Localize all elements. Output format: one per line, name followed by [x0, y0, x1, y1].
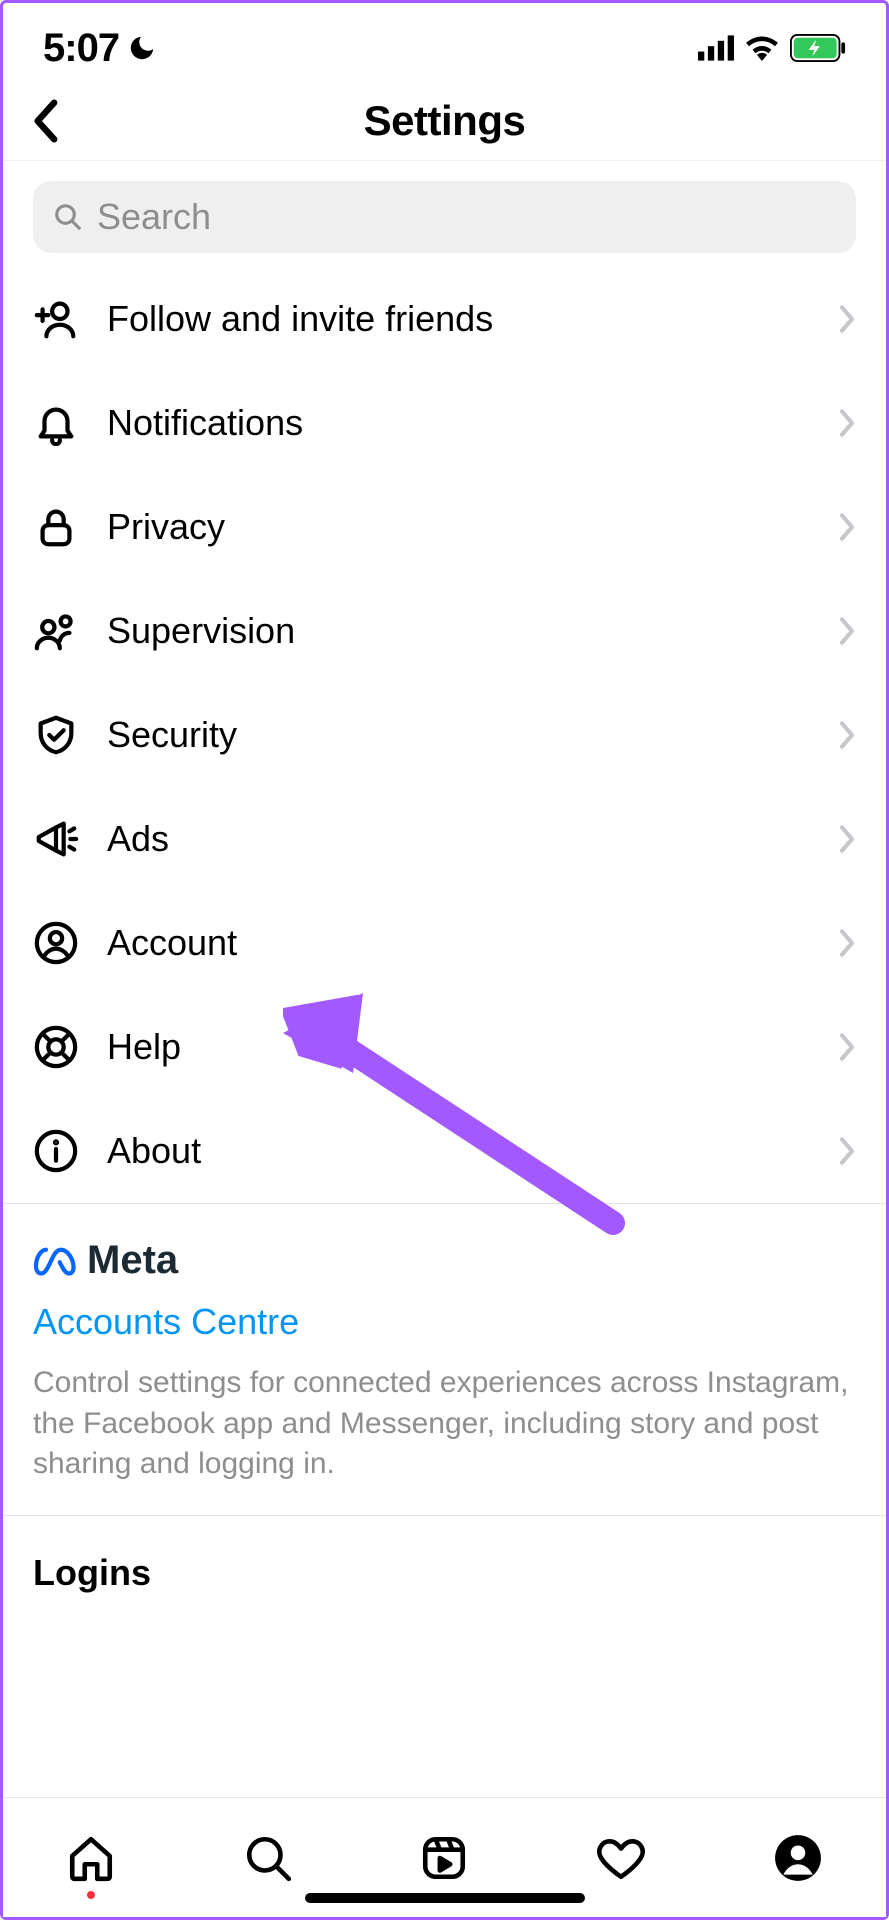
info-icon: [33, 1128, 79, 1174]
row-label: Notifications: [107, 402, 810, 444]
megaphone-icon: [33, 816, 79, 862]
nav-reels[interactable]: [417, 1831, 471, 1885]
cellular-icon: [698, 35, 734, 61]
supervision-icon: [33, 608, 79, 654]
row-privacy[interactable]: Privacy: [3, 475, 886, 579]
chevron-right-icon: [838, 928, 856, 958]
nav-profile[interactable]: [771, 1831, 825, 1885]
search-input[interactable]: [97, 196, 836, 238]
nav-activity[interactable]: [594, 1831, 648, 1885]
lifebuoy-icon: [33, 1024, 79, 1070]
status-time: 5:07: [43, 26, 119, 71]
row-label: Security: [107, 714, 810, 756]
search-icon: [53, 202, 83, 232]
chevron-right-icon: [838, 824, 856, 854]
battery-charging-icon: [790, 34, 846, 62]
nav-home[interactable]: [64, 1831, 118, 1885]
meta-section: Meta Accounts Centre Control settings fo…: [3, 1204, 886, 1516]
account-icon: [33, 920, 79, 966]
row-supervision[interactable]: Supervision: [3, 579, 886, 683]
wifi-icon: [744, 35, 780, 61]
row-label: Supervision: [107, 610, 810, 652]
meta-brand: Meta: [33, 1238, 856, 1283]
chevron-right-icon: [838, 304, 856, 334]
chevron-right-icon: [838, 616, 856, 646]
row-label: Account: [107, 922, 810, 964]
search-field[interactable]: [33, 181, 856, 253]
row-follow-invite[interactable]: Follow and invite friends: [3, 267, 886, 371]
chevron-right-icon: [838, 720, 856, 750]
do-not-disturb-icon: [127, 33, 157, 63]
row-about[interactable]: About: [3, 1099, 886, 1203]
meta-brand-text: Meta: [87, 1238, 178, 1283]
shield-check-icon: [33, 712, 79, 758]
user-plus-icon: [33, 296, 79, 342]
settings-list: Follow and invite friends Notifications …: [3, 267, 886, 1204]
home-indicator: [305, 1893, 585, 1903]
search-container: [3, 161, 886, 267]
row-label: Privacy: [107, 506, 810, 548]
row-account[interactable]: Account: [3, 891, 886, 995]
chevron-right-icon: [838, 408, 856, 438]
page-title: Settings: [364, 97, 526, 145]
header: Settings: [3, 81, 886, 161]
nav-search[interactable]: [241, 1831, 295, 1885]
chevron-right-icon: [838, 512, 856, 542]
chevron-right-icon: [838, 1136, 856, 1166]
logins-section: Logins: [3, 1516, 886, 1604]
row-security[interactable]: Security: [3, 683, 886, 787]
chevron-right-icon: [838, 1032, 856, 1062]
meta-description: Control settings for connected experienc…: [33, 1363, 856, 1485]
status-bar: 5:07: [3, 3, 886, 81]
row-help[interactable]: Help: [3, 995, 886, 1099]
bell-icon: [33, 400, 79, 446]
logins-title: Logins: [33, 1552, 856, 1594]
row-label: Follow and invite friends: [107, 298, 810, 340]
row-ads[interactable]: Ads: [3, 787, 886, 891]
nav-home-badge: [87, 1891, 95, 1899]
row-label: About: [107, 1130, 810, 1172]
lock-icon: [33, 504, 79, 550]
row-label: Help: [107, 1026, 810, 1068]
accounts-centre-link[interactable]: Accounts Centre: [33, 1301, 856, 1343]
back-button[interactable]: [23, 91, 67, 151]
row-label: Ads: [107, 818, 810, 860]
row-notifications[interactable]: Notifications: [3, 371, 886, 475]
meta-logo-icon: [33, 1246, 79, 1276]
